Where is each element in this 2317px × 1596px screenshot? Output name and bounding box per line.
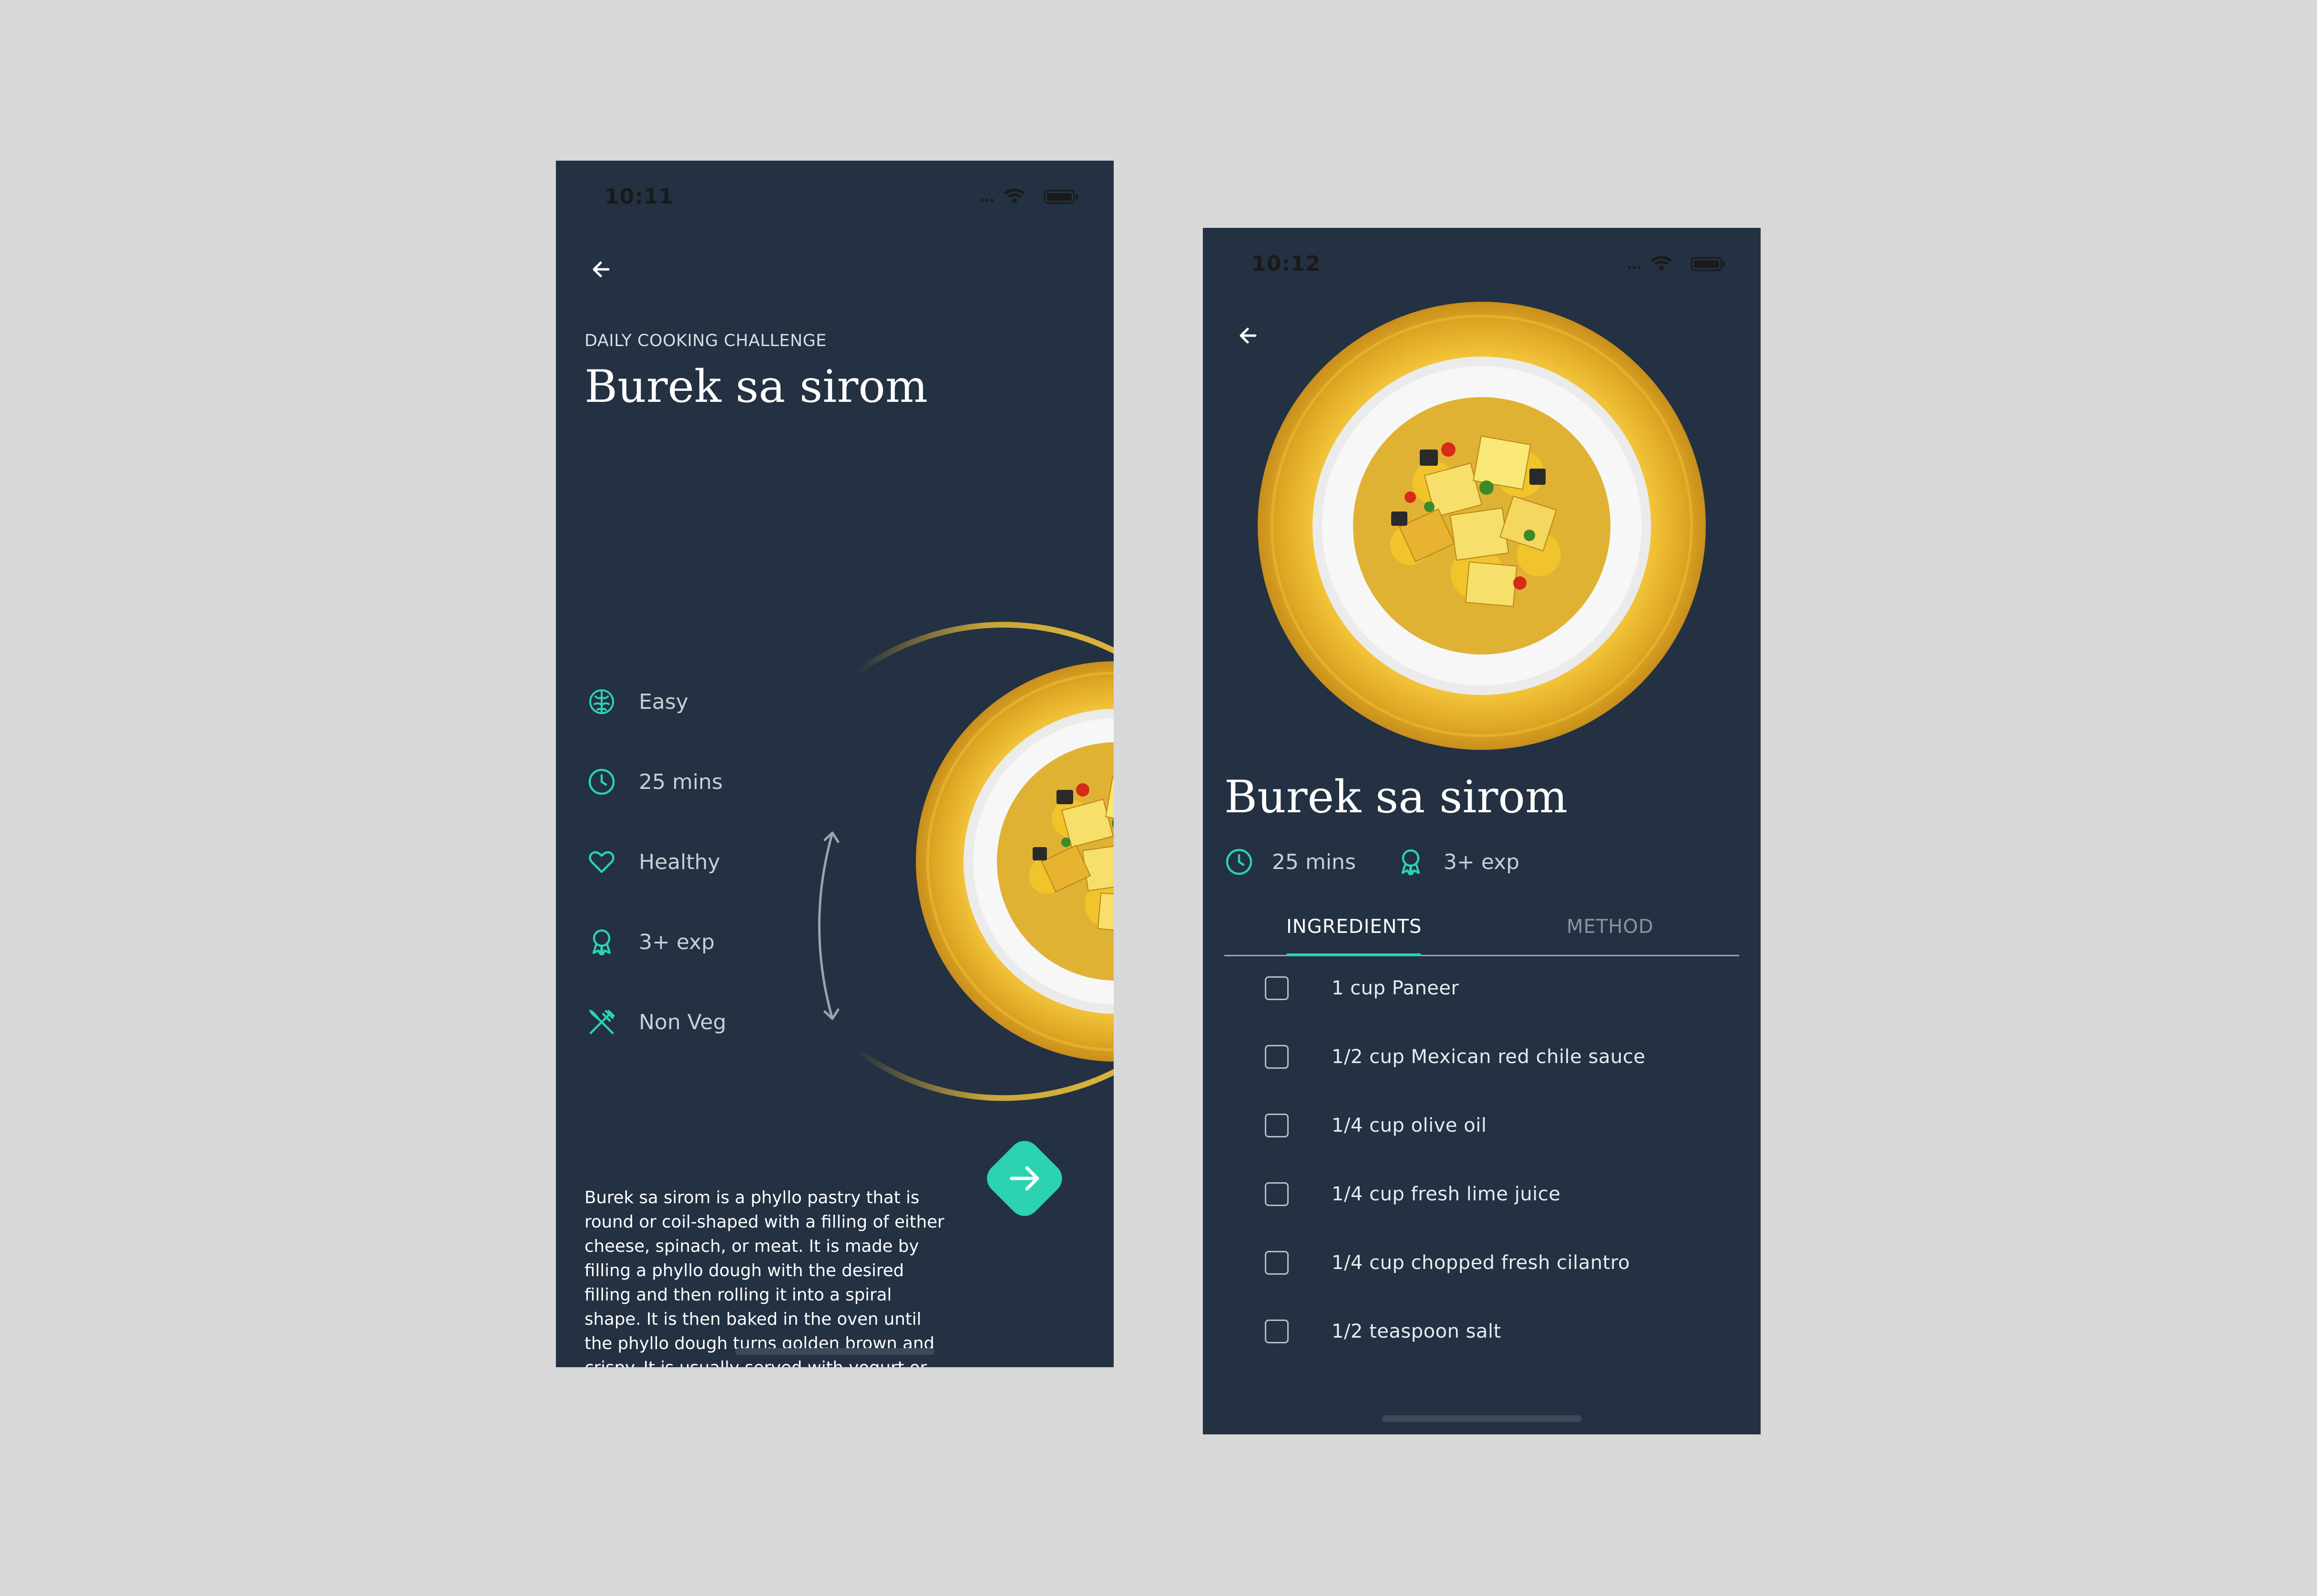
clock-icon xyxy=(1226,849,1252,875)
status-icons xyxy=(1625,254,1734,273)
tab-ingredients[interactable]: INGREDIENTS xyxy=(1286,916,1422,938)
ingredient-checkbox[interactable] xyxy=(1265,1045,1289,1069)
ingredients-list: 1 cup Paneer 1/2 cup Mexican red chile s… xyxy=(1265,974,1742,1370)
dish-plate-image[interactable] xyxy=(842,513,1114,1209)
tab-method[interactable]: METHOD xyxy=(1567,916,1654,938)
ingredient-item[interactable]: 1/4 cup fresh lime juice xyxy=(1265,1180,1560,1208)
dish-plate-image xyxy=(1253,297,1711,755)
active-tab-indicator xyxy=(1286,953,1421,956)
clock-icon xyxy=(584,765,619,799)
utensils-icon xyxy=(584,1005,619,1039)
ingredient-label: 1/4 cup chopped fresh cilantro xyxy=(1332,1252,1630,1274)
recipe-description: Burek sa sirom is a phyllo pastry that i… xyxy=(584,1188,944,1367)
ingredient-label: 1/4 cup fresh lime juice xyxy=(1332,1183,1561,1205)
ingredient-checkbox[interactable] xyxy=(1265,1320,1289,1343)
recipe-tabs: INGREDIENTS METHOD xyxy=(1224,907,1739,956)
attribute-label: Easy xyxy=(639,689,688,714)
attribute-experience: 3+ exp xyxy=(584,923,715,961)
attribute-difficulty: Easy xyxy=(584,683,688,721)
recipe-detail-screen: 10:12 Burek sa sirom 25 mins 3+ exp INGR… xyxy=(1203,228,1761,1434)
status-icons xyxy=(978,187,1087,206)
heart-icon xyxy=(584,845,619,879)
status-time: 10:11 xyxy=(605,184,674,209)
ingredient-checkbox[interactable] xyxy=(1265,1182,1289,1206)
ingredient-item[interactable]: 1/4 cup chopped fresh cilantro xyxy=(1265,1248,1630,1277)
ingredient-checkbox[interactable] xyxy=(1265,1251,1289,1275)
home-indicator[interactable] xyxy=(1382,1415,1581,1422)
recipe-intro-screen: 10:11 DAILY COOKING CHALLENGE Burek sa s… xyxy=(556,161,1114,1367)
ingredient-item[interactable]: 1/4 cup olive oil xyxy=(1265,1111,1487,1140)
ingredient-label: 1 cup Paneer xyxy=(1332,977,1459,999)
arrow-right-icon xyxy=(987,1141,1062,1216)
meta-time: 25 mins xyxy=(1224,843,1356,881)
challenge-label: DAILY COOKING CHALLENGE xyxy=(584,331,827,350)
award-icon xyxy=(1401,849,1420,876)
ingredient-checkbox[interactable] xyxy=(1265,1114,1289,1137)
back-button[interactable] xyxy=(584,252,618,286)
ingredient-label: 1/4 cup olive oil xyxy=(1332,1115,1487,1136)
meta-label: 3+ exp xyxy=(1444,849,1520,874)
home-indicator[interactable] xyxy=(735,1348,934,1355)
meta-experience: 3+ exp xyxy=(1396,843,1519,881)
next-button[interactable] xyxy=(974,1128,1075,1228)
attribute-diet: Non Veg xyxy=(584,1003,726,1041)
ingredient-item[interactable]: 1/2 teaspoon salt xyxy=(1265,1317,1501,1346)
brain-icon xyxy=(584,685,619,719)
attribute-label: Healthy xyxy=(639,849,720,874)
attribute-time: 25 mins xyxy=(584,763,723,801)
attribute-label: Non Veg xyxy=(639,1010,727,1034)
ingredient-label: 1/2 cup Mexican red chile sauce xyxy=(1332,1046,1646,1068)
meta-label: 25 mins xyxy=(1272,849,1356,874)
status-bar-icons xyxy=(1628,256,1725,271)
ingredient-checkbox[interactable] xyxy=(1265,976,1289,1000)
attribute-label: 3+ exp xyxy=(639,930,715,954)
attribute-health: Healthy xyxy=(584,843,720,881)
attribute-label: 25 mins xyxy=(639,769,723,794)
ingredient-item[interactable]: 1 cup Paneer xyxy=(1265,974,1459,1003)
ingredient-item[interactable]: 1/2 cup Mexican red chile sauce xyxy=(1265,1043,1645,1071)
award-icon xyxy=(584,925,619,959)
ingredient-label: 1/2 teaspoon salt xyxy=(1332,1320,1501,1342)
rotate-arrows-icon[interactable] xyxy=(804,826,847,1026)
arrow-left-icon xyxy=(593,261,610,277)
status-time: 10:12 xyxy=(1251,252,1321,276)
status-bar-icons xyxy=(981,189,1078,204)
recipe-title: Burek sa sirom xyxy=(584,361,928,413)
recipe-title: Burek sa sirom xyxy=(1224,771,1568,823)
